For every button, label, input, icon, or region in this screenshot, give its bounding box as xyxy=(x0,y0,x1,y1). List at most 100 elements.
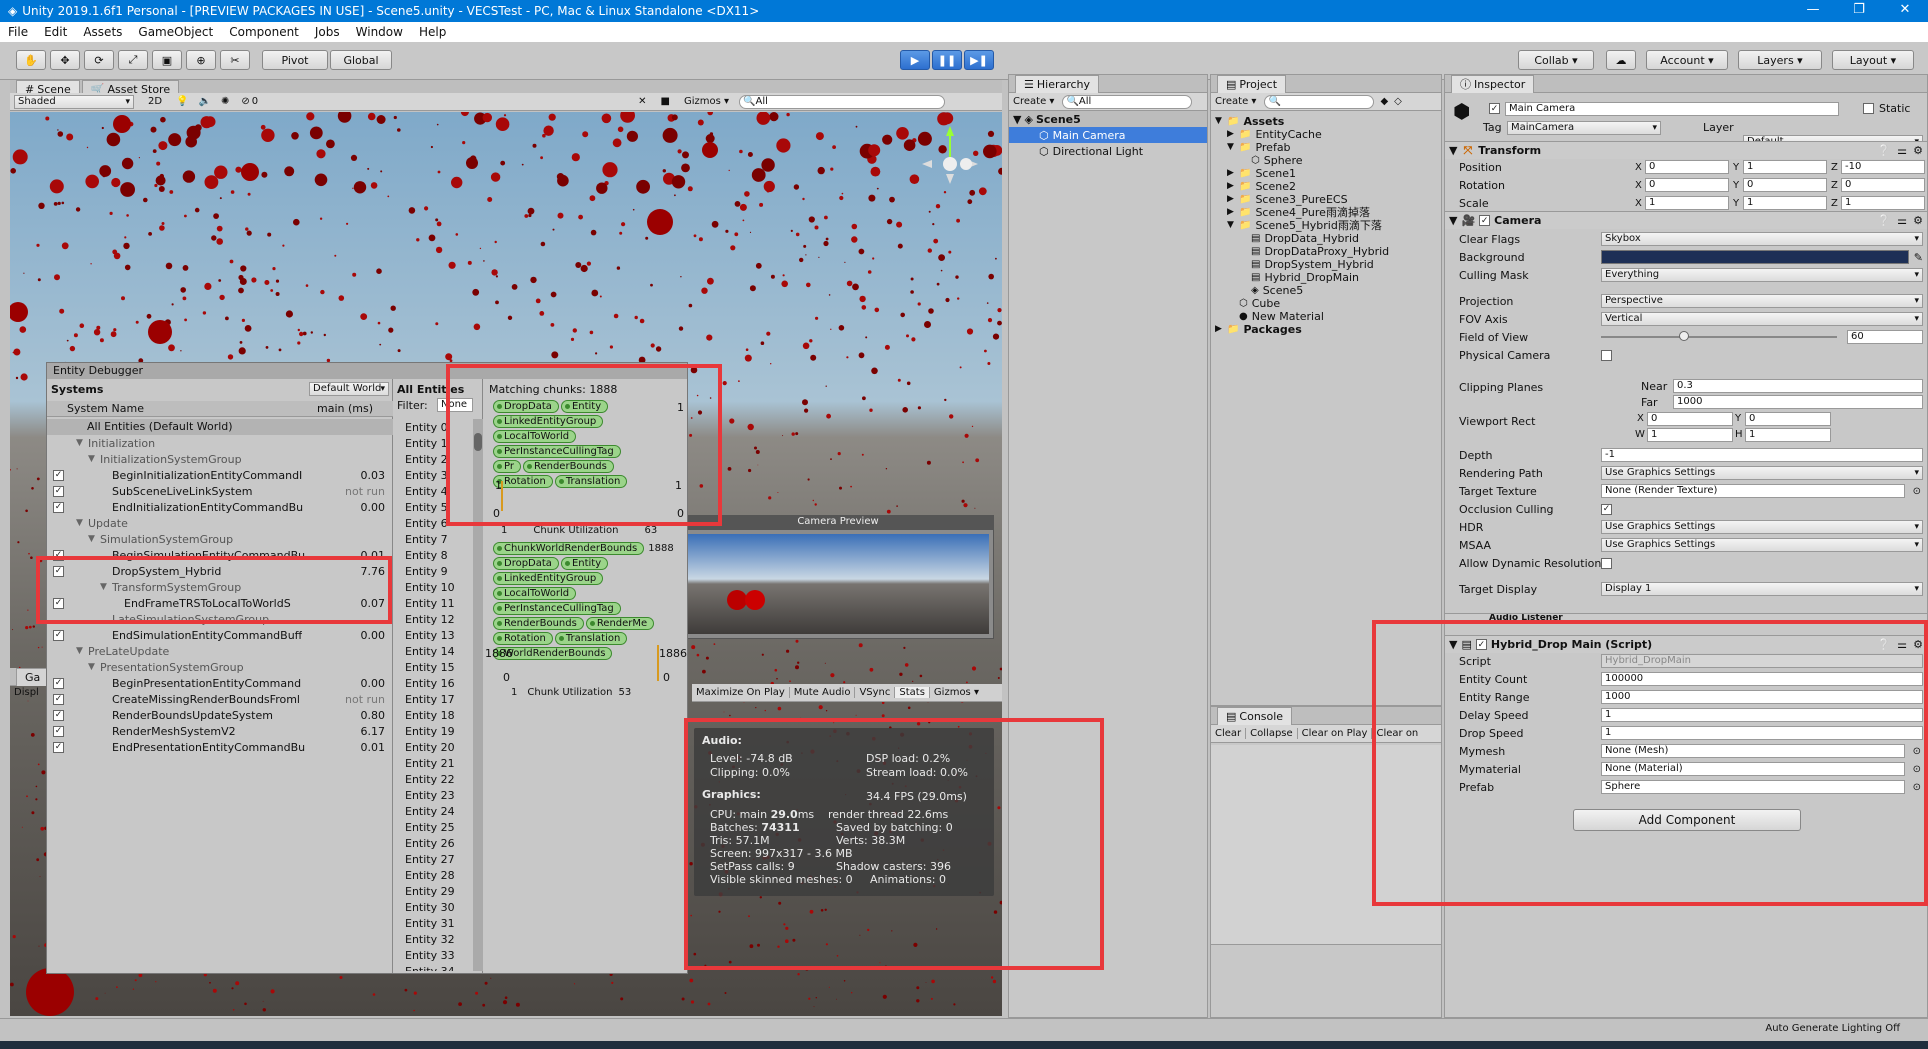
system-enabled-checkbox[interactable]: ✓ xyxy=(53,597,64,609)
gameobject-name-input[interactable]: Main Camera xyxy=(1505,102,1839,116)
viewport-h-input[interactable]: 1 xyxy=(1745,428,1831,442)
object-picker-icon[interactable]: ⊙ xyxy=(1913,782,1921,793)
entity-row[interactable]: Entity 3 xyxy=(393,467,448,483)
viewport-x-input[interactable]: 0 xyxy=(1647,412,1733,426)
hand-tool-icon[interactable]: ✋ xyxy=(16,50,46,70)
console-collapse-button[interactable]: Collapse xyxy=(1246,728,1298,739)
tab-hierarchy[interactable]: ☰ Hierarchy xyxy=(1015,74,1100,93)
eyedropper-icon[interactable]: ✎ xyxy=(1914,251,1923,264)
transform-position-x-input[interactable]: 0 xyxy=(1645,160,1729,174)
project-tree-item[interactable]: ▶ 📁 Packages xyxy=(1215,321,1302,337)
fold-closed-icon[interactable]: ▶ xyxy=(1227,129,1239,139)
entity-row[interactable]: Entity 22 xyxy=(393,771,455,787)
physical-camera-checkbox[interactable] xyxy=(1601,349,1612,361)
rect-tool-icon[interactable]: ▣ xyxy=(152,50,182,70)
rotate-tool-icon[interactable]: ⟳ xyxy=(84,50,114,70)
clear-flags-dropdown[interactable]: Skybox xyxy=(1601,232,1923,246)
entity-row[interactable]: Entity 15 xyxy=(393,659,455,675)
rendering-path-dropdown[interactable]: Use Graphics Settings xyxy=(1601,466,1923,480)
fold-open-icon[interactable]: ▼ xyxy=(76,438,88,448)
system-row[interactable]: ▼ TransformSystemGroup xyxy=(47,579,393,595)
entity-row[interactable]: Entity 25 xyxy=(393,819,455,835)
culling-mask-dropdown[interactable]: Everything xyxy=(1601,268,1923,282)
entity-range-input[interactable]: 1000 xyxy=(1601,690,1923,704)
system-row[interactable]: ✓ DropSystem_Hybrid 7.76 xyxy=(47,563,393,579)
entity-row[interactable]: Entity 17 xyxy=(393,691,455,707)
entity-row[interactable]: Entity 2 xyxy=(393,451,448,467)
transform-scale-z-input[interactable]: 1 xyxy=(1841,196,1925,210)
tab-inspector[interactable]: ⓘ Inspector xyxy=(1451,74,1535,93)
menu-item-window[interactable]: Window xyxy=(348,25,411,39)
menu-item-assets[interactable]: Assets xyxy=(75,25,130,39)
fold-closed-icon[interactable]: ▶ xyxy=(1227,168,1239,178)
system-row[interactable]: ▼ Update xyxy=(47,515,393,531)
system-enabled-checkbox[interactable]: ✓ xyxy=(53,485,64,497)
entity-row[interactable]: Entity 30 xyxy=(393,899,455,915)
maximize-on-play-button[interactable]: Maximize On Play xyxy=(692,687,790,698)
fold-closed-icon[interactable]: ▶ xyxy=(1215,324,1227,334)
object-picker-icon[interactable]: ⊙ xyxy=(1913,746,1921,757)
system-row[interactable]: ✓ RenderMeshSystemV2 6.17 xyxy=(47,723,393,739)
hierarchy-scene-row[interactable]: ▼ ◈ Scene5 xyxy=(1009,111,1207,127)
maximize-icon[interactable]: ❐ xyxy=(1836,0,1882,22)
filter-by-type-icon[interactable]: ◆ xyxy=(1380,96,1388,107)
tab-project[interactable]: ▤ Project xyxy=(1217,74,1287,93)
transform-rotation-z-input[interactable]: 0 xyxy=(1841,178,1925,192)
component-settings-icon[interactable]: ⚙ xyxy=(1913,144,1923,157)
field-of-view-input[interactable]: 60 xyxy=(1847,330,1923,344)
mymaterial-input[interactable]: None (Material) xyxy=(1601,762,1905,776)
hierarchy-search-input[interactable]: 🔍All xyxy=(1062,94,1193,109)
system-row[interactable]: ✓ EndFrameTRSToLocalToWorldS 0.07 xyxy=(47,595,393,611)
mymesh-input[interactable]: None (Mesh) xyxy=(1601,744,1905,758)
tag-dropdown[interactable]: MainCamera xyxy=(1507,121,1661,135)
presets-icon[interactable]: ⚌ xyxy=(1897,214,1907,227)
system-enabled-checkbox[interactable]: ✓ xyxy=(53,693,64,705)
tab-console[interactable]: ▤ Console xyxy=(1217,706,1293,725)
system-row[interactable]: ✓ EndSimulationEntityCommandBuff 0.00 xyxy=(47,627,393,643)
system-row[interactable]: ▼ Initialization xyxy=(47,435,393,451)
occlusion-culling-checkbox[interactable]: ✓ xyxy=(1601,503,1612,515)
collab-button[interactable]: Collab ▾ xyxy=(1518,50,1594,70)
fold-open-icon[interactable]: ▼ xyxy=(88,662,100,672)
field-of-view-input[interactable] xyxy=(1601,330,1841,344)
mode-2d-toggle[interactable]: 2D xyxy=(148,96,162,107)
target-texture-input[interactable]: None (Render Texture) xyxy=(1601,484,1905,498)
menu-item-gameobject[interactable]: GameObject xyxy=(130,25,221,39)
entity-row[interactable]: Entity 6 xyxy=(393,515,448,531)
object-picker-icon[interactable]: ⊙ xyxy=(1913,764,1921,775)
fold-open-icon[interactable]: ▼ xyxy=(1215,116,1227,126)
entity-row[interactable]: Entity 12 xyxy=(393,611,455,627)
component-settings-icon[interactable]: ⚙ xyxy=(1913,638,1923,651)
background-input[interactable] xyxy=(1601,250,1909,264)
console-clear-on-build-button[interactable]: Clear on xyxy=(1372,728,1422,739)
entity-row[interactable]: Entity 16 xyxy=(393,675,455,691)
layers-button[interactable]: Layers ▾ xyxy=(1738,50,1822,70)
entity-row[interactable]: Entity 10 xyxy=(393,579,455,595)
fold-open-icon[interactable]: ▼ xyxy=(88,534,100,544)
system-enabled-checkbox[interactable]: ✓ xyxy=(53,741,64,753)
minimize-icon[interactable]: — xyxy=(1790,0,1836,22)
entity-row[interactable]: Entity 9 xyxy=(393,563,448,579)
transform-header[interactable]: ▼ ⤧ Transform ❔ ⚌ ⚙ xyxy=(1445,141,1927,159)
audio-icon[interactable]: 🔈 xyxy=(199,96,211,107)
transform-position-z-input[interactable]: -10 xyxy=(1841,160,1925,174)
camera-enabled-checkbox[interactable]: ✓ xyxy=(1479,215,1491,226)
mute-audio-button[interactable]: Mute Audio xyxy=(790,687,856,698)
step-button[interactable]: ▶❚ xyxy=(964,50,994,70)
menu-item-jobs[interactable]: Jobs xyxy=(307,25,348,39)
entity-row[interactable]: Entity 14 xyxy=(393,643,455,659)
entity-count-input[interactable]: 100000 xyxy=(1601,672,1923,686)
entity-row[interactable]: Entity 21 xyxy=(393,755,455,771)
close-icon[interactable]: ✕ xyxy=(1882,0,1928,22)
script-component-header[interactable]: ▼ ▤ ✓ Hybrid_Drop Main (Script) ❔ ⚌ ⚙ xyxy=(1445,635,1927,653)
system-enabled-checkbox[interactable]: ✓ xyxy=(53,469,64,481)
help-icon[interactable]: ❔ xyxy=(1877,144,1891,157)
scene-search-input[interactable]: 🔍All xyxy=(739,94,946,109)
depth-input[interactable]: -1 xyxy=(1601,448,1923,462)
system-row[interactable]: ▼ SimulationSystemGroup xyxy=(47,531,393,547)
world-dropdown[interactable]: Default World xyxy=(309,382,389,396)
system-enabled-checkbox[interactable]: ✓ xyxy=(53,565,64,577)
menu-item-edit[interactable]: Edit xyxy=(36,25,75,39)
transform-tool-icon[interactable]: ⊕ xyxy=(186,50,216,70)
transform-position-y-input[interactable]: 1 xyxy=(1743,160,1827,174)
